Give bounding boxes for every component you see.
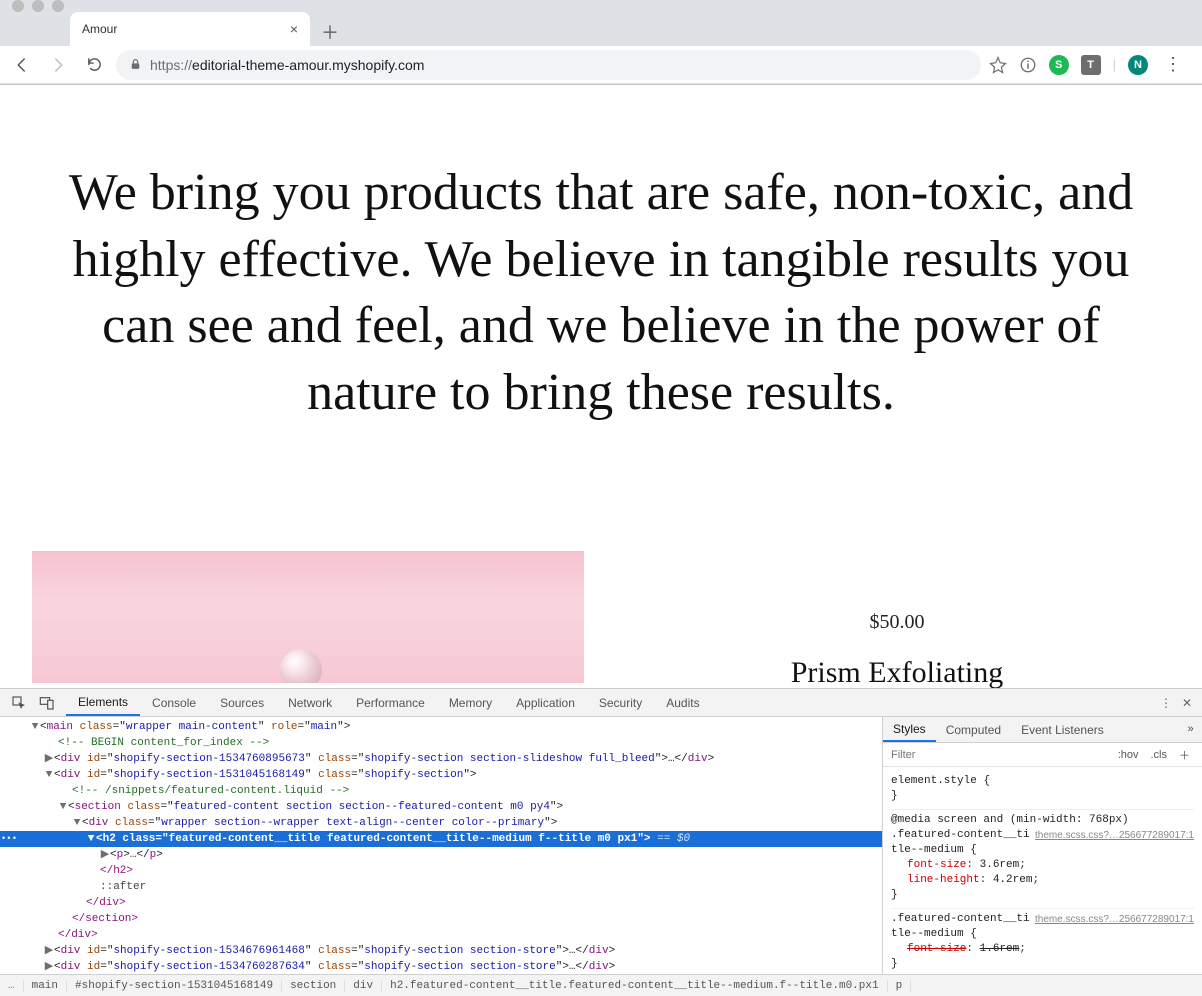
traffic-lights	[12, 0, 64, 12]
styles-rules[interactable]: element.style { } @media screen and (min…	[883, 767, 1202, 974]
tab-performance[interactable]: Performance	[344, 689, 437, 716]
styles-more-icon[interactable]: »	[1187, 724, 1202, 736]
breadcrumb-ellipsis[interactable]: …	[0, 980, 24, 992]
devtools-close-icon[interactable]: ✕	[1182, 696, 1192, 710]
reload-button[interactable]	[80, 51, 108, 79]
hov-toggle[interactable]: :hov	[1112, 749, 1145, 761]
droplet-graphic	[280, 649, 322, 683]
selected-dom-node[interactable]: ••• ▼<h2 class="featured-content__title …	[0, 831, 882, 847]
tab-elements[interactable]: Elements	[66, 689, 140, 716]
product-price: $50.00	[624, 611, 1170, 634]
devtools: Elements Console Sources Network Perform…	[0, 688, 1202, 996]
new-tab-button[interactable]: ＋	[316, 18, 344, 46]
styles-pane: Styles Computed Event Listeners » :hov .…	[882, 717, 1202, 974]
new-style-rule-button[interactable]: ＋	[1173, 747, 1196, 763]
breadcrumb-h2[interactable]: h2.featured-content__title.featured-cont…	[382, 980, 887, 992]
dom-breadcrumb[interactable]: … main #shopify-section-1531045168149 se…	[0, 974, 1202, 996]
browser-tab[interactable]: Amour ×	[70, 12, 310, 46]
browser-chrome: Amour × ＋ https://editorial-theme-amour.…	[0, 0, 1202, 85]
styles-tab-eventlisteners[interactable]: Event Listeners	[1011, 717, 1114, 742]
minimize-window-icon[interactable]	[32, 0, 44, 12]
breadcrumb-div[interactable]: div	[345, 980, 382, 992]
page-viewport[interactable]: We bring you products that are safe, non…	[0, 85, 1202, 688]
tab-console[interactable]: Console	[140, 689, 208, 716]
tab-sources[interactable]: Sources	[208, 689, 276, 716]
tab-strip: Amour × ＋	[0, 12, 1202, 46]
styles-filter-input[interactable]	[883, 749, 1112, 761]
zoom-window-icon[interactable]	[52, 0, 64, 12]
titlebar	[0, 0, 1202, 12]
tab-network[interactable]: Network	[276, 689, 344, 716]
star-icon[interactable]	[989, 56, 1007, 74]
inspect-element-icon[interactable]	[8, 692, 30, 714]
extension-t-icon[interactable]: T	[1081, 55, 1101, 75]
extension-s-icon[interactable]: S	[1049, 55, 1069, 75]
lock-icon	[129, 58, 142, 71]
back-button[interactable]	[8, 51, 36, 79]
url-text: https://editorial-theme-amour.myshopify.…	[150, 57, 424, 73]
breadcrumb-section-id[interactable]: #shopify-section-1531045168149	[67, 980, 282, 992]
device-toolbar-icon[interactable]	[36, 692, 58, 714]
close-window-icon[interactable]	[12, 0, 24, 12]
styles-tab-styles[interactable]: Styles	[883, 717, 936, 742]
profile-avatar[interactable]: N	[1128, 55, 1148, 75]
product-section: $50.00 Prism Exfoliating	[0, 466, 1202, 688]
devtools-toolbar: Elements Console Sources Network Perform…	[0, 689, 1202, 717]
breadcrumb-main[interactable]: main	[24, 980, 67, 992]
close-tab-icon[interactable]: ×	[290, 21, 298, 37]
devtools-tabs: Elements Console Sources Network Perform…	[66, 689, 712, 716]
product-info: $50.00 Prism Exfoliating	[624, 551, 1170, 688]
browser-menu-icon[interactable]: ⋮	[1160, 54, 1186, 75]
toolbar: https://editorial-theme-amour.myshopify.…	[0, 46, 1202, 84]
product-image	[32, 551, 584, 683]
forward-button[interactable]	[44, 51, 72, 79]
address-bar[interactable]: https://editorial-theme-amour.myshopify.…	[116, 50, 981, 80]
info-icon[interactable]	[1019, 56, 1037, 74]
tab-audits[interactable]: Audits	[654, 689, 711, 716]
tab-application[interactable]: Application	[504, 689, 587, 716]
dom-tree[interactable]: ▼<main class="wrapper main-content" role…	[0, 717, 882, 974]
hero-heading: We bring you products that are safe, non…	[0, 85, 1202, 466]
cls-toggle[interactable]: .cls	[1145, 749, 1174, 761]
breadcrumb-p[interactable]: p	[888, 980, 912, 992]
devtools-menu-icon[interactable]: ⋮	[1160, 696, 1172, 710]
tab-title: Amour	[82, 22, 117, 36]
tab-security[interactable]: Security	[587, 689, 654, 716]
styles-tab-computed[interactable]: Computed	[936, 717, 1011, 742]
toolbar-actions: S T | N ⋮	[989, 54, 1194, 75]
tab-memory[interactable]: Memory	[437, 689, 504, 716]
breadcrumb-section[interactable]: section	[282, 980, 345, 992]
product-name: Prism Exfoliating	[624, 656, 1170, 688]
